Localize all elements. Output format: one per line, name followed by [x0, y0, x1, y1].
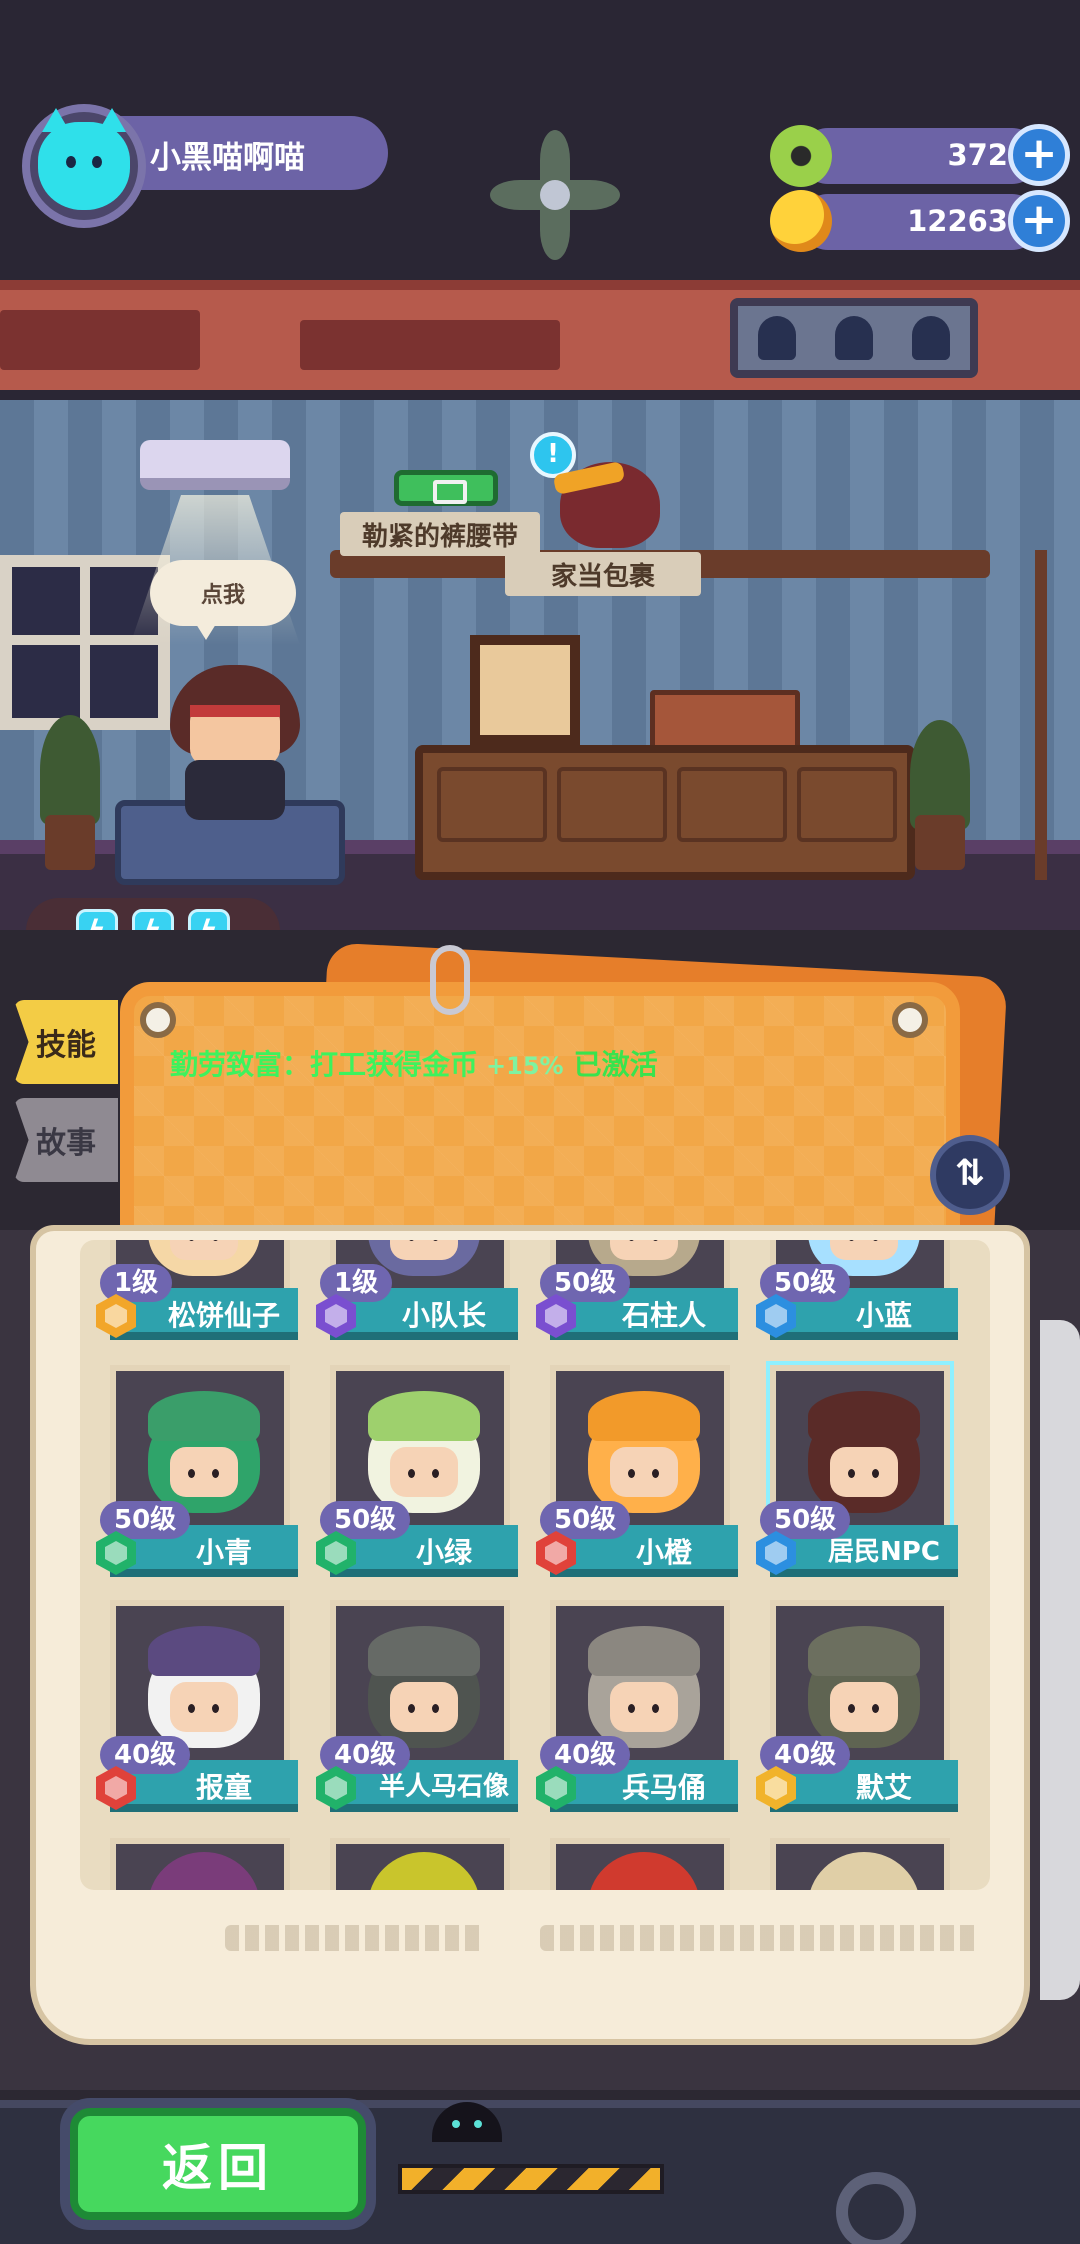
skill-bonus: +15%: [486, 1052, 564, 1080]
character-portrait: [110, 1838, 290, 1890]
back-button[interactable]: 返回: [70, 2108, 366, 2220]
skill-description: 勤劳致富：打工获得金币 +15% 已激活: [170, 1043, 658, 1083]
pin-icon: [892, 1002, 928, 1038]
gem-value: 12263: [907, 204, 1008, 238]
planet-gem-icon: [770, 190, 832, 252]
tab-skill[interactable]: 技能: [14, 1000, 118, 1084]
belt-label: 勒紧的裤腰带: [340, 512, 540, 556]
blurred-hint: [540, 1925, 980, 1951]
character-card[interactable]: 松饼仙子 1级: [96, 1240, 300, 1352]
avatar[interactable]: [22, 104, 146, 228]
skill-status: 已激活: [573, 1048, 658, 1081]
shelf-vent: [300, 320, 560, 370]
shelf-vent: [0, 310, 200, 370]
bag-icon[interactable]: [560, 462, 660, 548]
level-badge: 1级: [320, 1264, 393, 1302]
character-card[interactable]: 兵马俑 40级: [536, 1600, 740, 1824]
gear-icon: [836, 2172, 916, 2244]
character-card-partial[interactable]: [540, 1838, 740, 1890]
ghost-icon: [912, 316, 951, 360]
coat-rack: [1035, 550, 1047, 880]
character-card[interactable]: 默艾 40级: [756, 1600, 960, 1824]
character-card-partial[interactable]: [100, 1838, 300, 1890]
book-page-edge: [1040, 1320, 1080, 2000]
character-card[interactable]: 居民NPC 50级: [756, 1365, 960, 1589]
character-card[interactable]: 半人马石像 40级: [316, 1600, 520, 1824]
blurred-hint: [225, 1925, 485, 1951]
belt-icon[interactable]: [394, 470, 498, 506]
character-card[interactable]: 小橙 50级: [536, 1365, 740, 1589]
tap-me-bubble[interactable]: 点我: [150, 560, 296, 640]
ghost-icon: [757, 316, 796, 360]
fan-icon: [480, 120, 630, 270]
character-portrait: [330, 1838, 510, 1890]
desk: [415, 745, 915, 880]
book-stack: [650, 690, 800, 750]
level-badge: 1级: [100, 1264, 173, 1302]
portrait-frame: [470, 635, 580, 745]
plant-icon: [910, 720, 970, 830]
paperclip-icon: [430, 945, 470, 1015]
add-gem-button[interactable]: +: [1008, 190, 1070, 252]
plant-pot: [45, 815, 95, 870]
add-coin-button[interactable]: +: [1008, 124, 1070, 186]
swap-icon[interactable]: ⇅: [930, 1135, 1010, 1215]
tab-story[interactable]: 故事: [14, 1098, 118, 1182]
character-card[interactable]: 报童 40级: [96, 1600, 300, 1824]
projector-icon: [140, 440, 290, 490]
character-name: 松饼仙子: [167, 1299, 280, 1332]
character-card[interactable]: 小青 50级: [96, 1365, 300, 1589]
hazard-stripe: [398, 2164, 664, 2194]
skill-text: 勤劳致富：打工获得金币: [170, 1048, 479, 1081]
ghost-icon: [834, 316, 873, 360]
coin-value: 372: [947, 138, 1008, 172]
creature-eye: [474, 2120, 482, 2128]
plant-pot: [915, 815, 965, 870]
character-card[interactable]: 小绿 50级: [316, 1365, 520, 1589]
character-card[interactable]: 小队长 1级: [316, 1240, 520, 1352]
character-name: 小队长: [401, 1299, 486, 1332]
character-card[interactable]: 小蓝 50级: [756, 1240, 960, 1352]
player-name: 小黑喵啊喵: [150, 140, 305, 176]
character-portrait: [770, 1838, 950, 1890]
character-card-partial[interactable]: [760, 1838, 960, 1890]
character-grid: 松饼仙子 1级 小队长 1级 石柱人 50级 小蓝 50级 小青 50级 小绿 50级 小橙 50级 居民N…: [80, 1240, 990, 1890]
character-card[interactable]: 石柱人 50级: [536, 1240, 740, 1352]
ghost-panel: [730, 298, 978, 378]
plant-icon: [40, 715, 100, 825]
pin-icon: [140, 1002, 176, 1038]
donut-coin-icon: [770, 125, 832, 187]
creature-eye: [452, 2120, 460, 2128]
cat-face-icon: [38, 108, 130, 210]
bag-label: 家当包裹: [505, 552, 701, 596]
character-portrait: [550, 1838, 730, 1890]
room-character[interactable]: [160, 665, 310, 825]
character-card-partial[interactable]: [320, 1838, 520, 1890]
